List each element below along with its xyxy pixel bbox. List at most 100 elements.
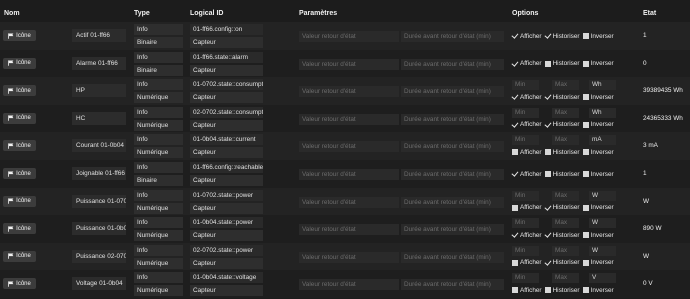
unit-input[interactable]: Wh (589, 80, 616, 91)
command-name-input[interactable]: Puissance 02-0702 (72, 249, 126, 263)
icon-button[interactable]: Icône (3, 140, 36, 152)
min-input[interactable]: Min (512, 273, 539, 284)
inverser-checkbox[interactable] (582, 171, 589, 177)
command-name-input[interactable]: HP (72, 84, 126, 98)
historiser-checkbox[interactable] (544, 149, 551, 156)
subtype-select[interactable]: Numérique (134, 202, 183, 214)
duree-retour-etat-input[interactable]: Durée avant retour d'état (min) (401, 224, 504, 236)
command-name-input[interactable]: Puissance 01-0b04 (72, 222, 126, 236)
unit-input[interactable]: W (589, 190, 616, 201)
duree-retour-etat-input[interactable]: Durée avant retour d'état (min) (401, 86, 504, 98)
valeur-retour-etat-input[interactable]: Valeur retour d'état (299, 169, 399, 180)
category-select[interactable]: Capteur (190, 147, 263, 159)
logical-id-input[interactable]: 02-0702.state::power (190, 244, 263, 256)
valeur-retour-etat-input[interactable]: Valeur retour d'état (299, 113, 399, 125)
icon-button[interactable]: Icône (3, 223, 36, 235)
command-name-input[interactable]: Alarme 01-ff66 (72, 56, 126, 70)
afficher-checkbox[interactable] (512, 171, 518, 177)
valeur-retour-etat-input[interactable]: Valeur retour d'état (299, 251, 399, 263)
subtype-select[interactable]: Numérique (134, 257, 183, 269)
subtype-select[interactable]: Binaire (134, 37, 183, 48)
category-select[interactable]: Capteur (190, 285, 263, 297)
unit-input[interactable]: W (589, 245, 616, 256)
unit-input[interactable]: V (589, 273, 616, 284)
category-select[interactable]: Capteur (190, 230, 263, 242)
afficher-checkbox[interactable] (512, 259, 518, 266)
min-input[interactable]: Min (512, 190, 539, 201)
duree-retour-etat-input[interactable]: Durée avant retour d'état (min) (401, 58, 504, 70)
category-select[interactable]: Capteur (190, 257, 263, 269)
historiser-checkbox[interactable] (545, 232, 551, 238)
category-select[interactable]: Capteur (190, 119, 263, 131)
inverser-checkbox[interactable] (582, 204, 589, 211)
historiser-checkbox[interactable] (545, 94, 551, 100)
subtype-select[interactable]: Binaire (134, 64, 183, 76)
afficher-checkbox[interactable] (512, 94, 518, 100)
historiser-checkbox[interactable] (544, 171, 551, 177)
afficher-checkbox[interactable] (512, 149, 518, 156)
category-select[interactable]: Capteur (190, 202, 263, 214)
command-name-input[interactable]: HC (72, 111, 126, 125)
subtype-select[interactable]: Numérique (134, 147, 183, 159)
type-select[interactable]: Info (134, 189, 183, 201)
afficher-checkbox[interactable] (512, 287, 518, 294)
max-input[interactable]: Max (552, 245, 579, 256)
historiser-checkbox[interactable] (545, 122, 551, 128)
icon-button[interactable]: Icône (3, 57, 36, 69)
subtype-select[interactable]: Numérique (134, 92, 183, 104)
type-select[interactable]: Info (134, 106, 183, 118)
inverser-checkbox[interactable] (582, 259, 589, 266)
unit-input[interactable]: Wh (589, 107, 616, 118)
valeur-retour-etat-input[interactable]: Valeur retour d'état (299, 58, 399, 70)
valeur-retour-etat-input[interactable]: Valeur retour d'état (299, 141, 399, 153)
inverser-checkbox[interactable] (582, 287, 589, 294)
min-input[interactable]: Min (512, 245, 539, 256)
min-input[interactable]: Min (512, 135, 539, 146)
unit-input[interactable]: mA (589, 135, 616, 146)
min-input[interactable]: Min (512, 107, 539, 118)
inverser-checkbox[interactable] (582, 149, 589, 156)
icon-button[interactable]: Icône (3, 250, 36, 262)
duree-retour-etat-input[interactable]: Durée avant retour d'état (min) (401, 141, 504, 153)
subtype-select[interactable]: Numérique (134, 285, 183, 297)
subtype-select[interactable]: Numérique (134, 230, 183, 242)
min-input[interactable]: Min (512, 80, 539, 91)
command-name-input[interactable]: Courant 01-0b04 (72, 139, 126, 153)
logical-id-input[interactable]: 01-0702.state::consumption (190, 79, 263, 91)
logical-id-input[interactable]: 01-0b04.state::current (190, 134, 263, 146)
duree-retour-etat-input[interactable]: Durée avant retour d'état (min) (401, 169, 504, 180)
logical-id-input[interactable]: 01-0b04.state::power (190, 217, 263, 229)
logical-id-input[interactable]: 01-0702.state::power (190, 189, 263, 201)
historiser-checkbox[interactable] (545, 33, 551, 39)
logical-id-input[interactable]: 01-ff66.state::alarm (190, 51, 263, 63)
icon-button[interactable]: Icône (3, 168, 36, 179)
inverser-checkbox[interactable] (582, 232, 589, 239)
subtype-select[interactable]: Numérique (134, 119, 183, 131)
historiser-checkbox[interactable] (544, 60, 551, 67)
logical-id-input[interactable]: 01-ff66.config::reachable (190, 162, 263, 173)
inverser-checkbox[interactable] (582, 60, 589, 67)
type-select[interactable]: Info (134, 51, 183, 63)
max-input[interactable]: Max (552, 80, 579, 91)
unit-input[interactable]: W (589, 218, 616, 229)
duree-retour-etat-input[interactable]: Durée avant retour d'état (min) (401, 196, 504, 208)
max-input[interactable]: Max (552, 135, 579, 146)
historiser-checkbox[interactable] (545, 260, 551, 266)
afficher-checkbox[interactable] (512, 61, 518, 67)
type-select[interactable]: Info (134, 134, 183, 146)
valeur-retour-etat-input[interactable]: Valeur retour d'état (299, 279, 399, 291)
valeur-retour-etat-input[interactable]: Valeur retour d'état (299, 224, 399, 236)
valeur-retour-etat-input[interactable]: Valeur retour d'état (299, 196, 399, 208)
inverser-checkbox[interactable] (582, 33, 589, 39)
max-input[interactable]: Max (552, 273, 579, 284)
type-select[interactable]: Info (134, 272, 183, 284)
command-name-input[interactable]: Puissance 01-0702 (72, 194, 126, 208)
icon-button[interactable]: Icône (3, 85, 36, 97)
icon-button[interactable]: Icône (3, 30, 36, 41)
valeur-retour-etat-input[interactable]: Valeur retour d'état (299, 86, 399, 98)
subtype-select[interactable]: Binaire (134, 175, 183, 186)
afficher-checkbox[interactable] (512, 204, 518, 211)
icon-button[interactable]: Icône (3, 195, 36, 207)
type-select[interactable]: Info (134, 217, 183, 229)
logical-id-input[interactable]: 02-0702.state::consumption (190, 106, 263, 118)
